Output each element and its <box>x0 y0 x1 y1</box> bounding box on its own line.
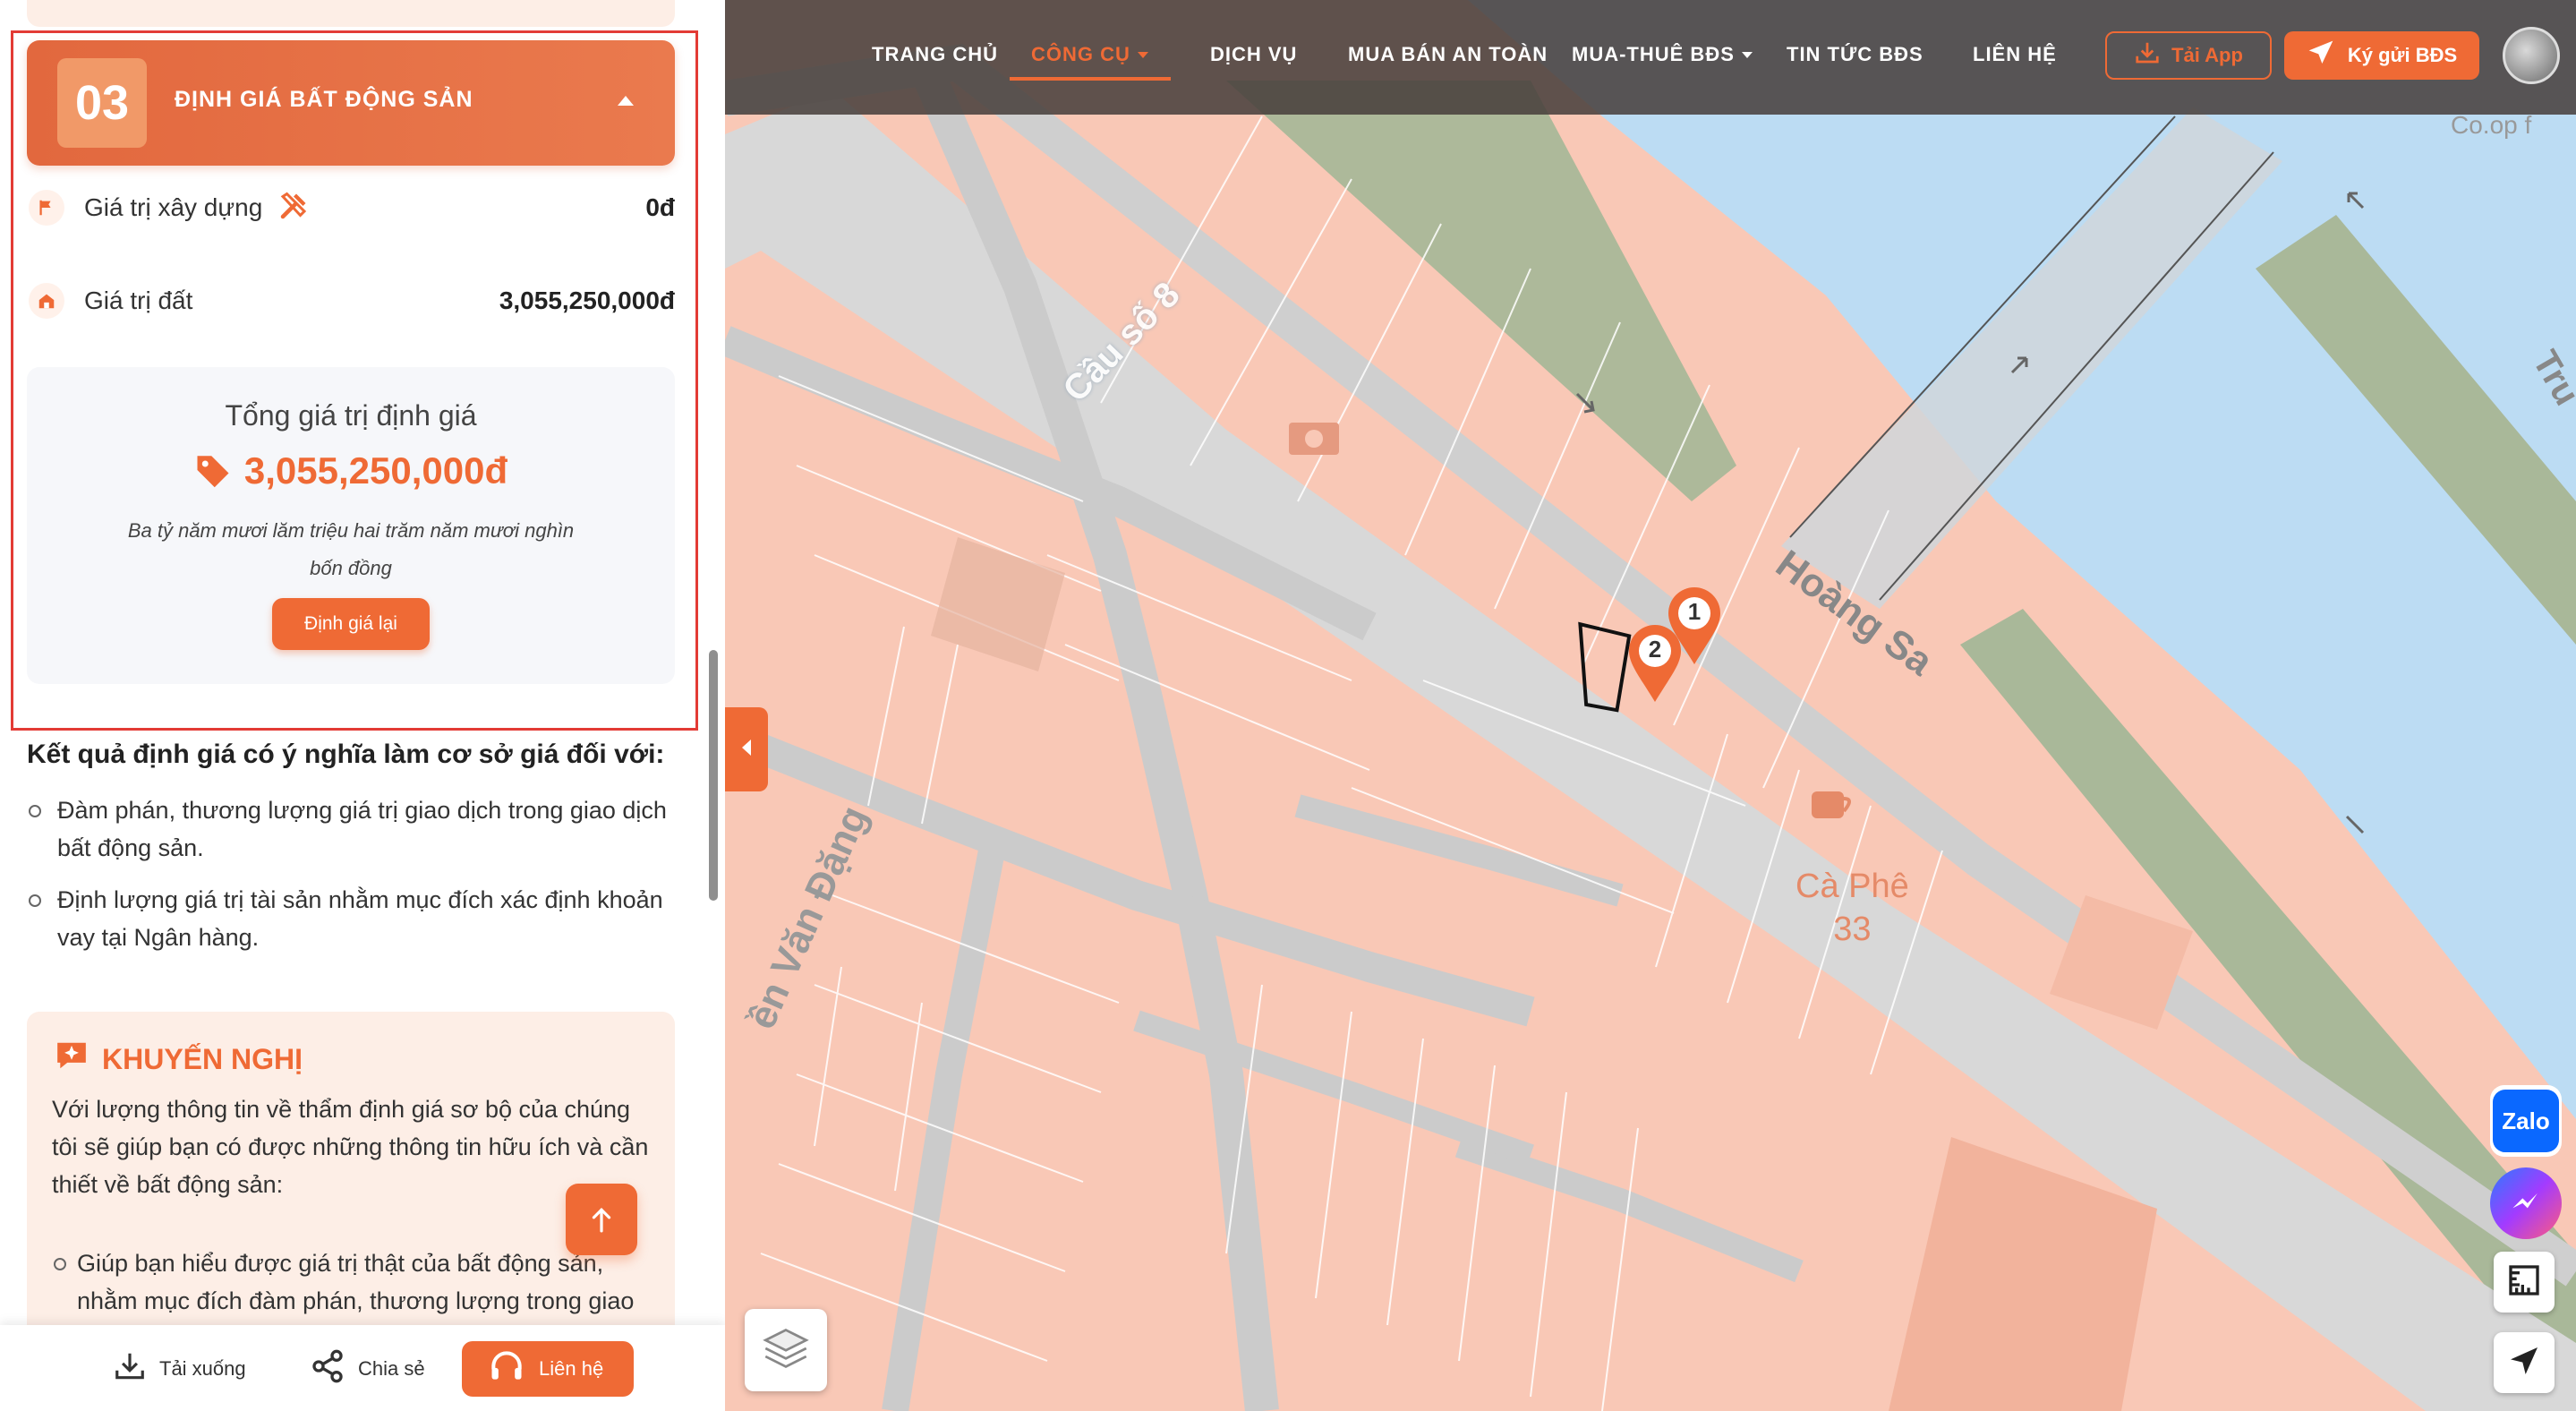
nav-contact[interactable]: LIÊN HỆ <box>1973 43 2057 66</box>
nav-home[interactable]: TRANG CHỦ <box>872 43 998 66</box>
share-label: Chia sẻ <box>358 1357 425 1380</box>
list-item: Giúp bạn hiểu được giá trị thật của bất … <box>52 1244 661 1320</box>
marker-label: 1 <box>1687 598 1702 625</box>
chevron-down-icon <box>1741 52 1753 58</box>
recommendation-list: Giúp bạn hiểu được giá trị thật của bất … <box>52 1244 661 1320</box>
download-app-button[interactable]: Tải App <box>2105 31 2272 80</box>
list-item: Đàm phán, thương lượng giá trị giao dịch… <box>27 791 689 867</box>
messenger-chat-button[interactable] <box>2490 1167 2562 1239</box>
recommendation-heading: KHUYẾN NGHỊ <box>54 1039 303 1080</box>
highlight-frame <box>11 30 698 731</box>
deposit-label: Ký gửi BĐS <box>2347 44 2458 66</box>
download-app-label: Tải App <box>2171 44 2243 66</box>
contact-button[interactable]: Liên hệ <box>462 1341 634 1397</box>
download-label: Tải xuống <box>159 1357 246 1380</box>
cafe-number: 33 <box>1833 911 1872 948</box>
send-icon <box>2307 38 2335 73</box>
nav-news[interactable]: TIN TỨC BĐS <box>1787 43 1923 66</box>
download-icon <box>113 1349 147 1389</box>
measure-button[interactable] <box>2494 1252 2555 1313</box>
map-label-coop: Co.op f <box>2451 111 2532 139</box>
nav-buy-rent-label: MUA-THUÊ BĐS <box>1572 43 1735 65</box>
zalo-chat-button[interactable]: Zalo <box>2490 1085 2562 1157</box>
download-button[interactable]: Tải xuống <box>113 1341 246 1397</box>
map-canvas[interactable]: Cầu số 8 Hoàng Sa ền Văn Đặng Cà Phê 33 … <box>725 0 2576 1411</box>
deposit-property-button[interactable]: Ký gửi BĐS <box>2284 31 2479 80</box>
sparkle-icon <box>54 1039 90 1080</box>
result-list: Đàm phán, thương lượng giá trị giao dịch… <box>27 791 689 971</box>
map-marker[interactable]: 2 <box>1627 623 1683 704</box>
map-layers-button[interactable] <box>745 1309 827 1391</box>
chevron-left-icon <box>739 738 754 762</box>
marker-label: 2 <box>1648 636 1662 663</box>
contact-label: Liên hệ <box>539 1357 604 1380</box>
locate-button[interactable] <box>2494 1332 2555 1393</box>
share-icon <box>310 1348 345 1390</box>
map-label-cafe: Cà Phê 33 <box>1796 865 1909 951</box>
cafe-name: Cà Phê <box>1796 868 1909 905</box>
download-icon <box>2134 39 2161 72</box>
avatar[interactable] <box>2503 27 2560 84</box>
messenger-icon <box>2506 1182 2546 1226</box>
nav-active-indicator <box>1010 77 1171 81</box>
list-item: Định lượng giá trị tài sản nhằm mục đích… <box>27 881 689 956</box>
headset-icon <box>487 1347 526 1391</box>
scroll-to-top-button[interactable] <box>566 1184 637 1255</box>
scrollbar-thumb[interactable] <box>709 650 718 901</box>
nav-tools-label: CÔNG CỤ <box>1031 43 1130 65</box>
result-heading: Kết quả định giá có ý nghĩa làm cơ sở gi… <box>27 740 665 769</box>
chevron-down-icon <box>1137 52 1148 58</box>
nav-safe-trade[interactable]: MUA BÁN AN TOÀN <box>1348 43 1548 66</box>
valuation-panel: 03 ĐỊNH GIÁ BẤT ĐỘNG SẢN Giá trị xây dựn… <box>0 0 725 1411</box>
nav-services[interactable]: DỊCH VỤ <box>1210 43 1297 66</box>
nav-tools[interactable]: CÔNG CỤ <box>1031 43 1148 66</box>
collapse-panel-button[interactable] <box>725 707 768 791</box>
locate-icon <box>2506 1343 2542 1383</box>
nav-buy-rent[interactable]: MUA-THUÊ BĐS <box>1572 43 1753 66</box>
previous-section-card <box>27 0 675 27</box>
recommendation-text: Với lượng thông tin về thẩm định giá sơ … <box>52 1096 649 1198</box>
ruler-icon <box>2506 1262 2542 1303</box>
bottom-action-bar: Tải xuống Chia sẻ Liên hệ <box>0 1325 725 1411</box>
recommendation-title: KHUYẾN NGHỊ <box>102 1042 303 1075</box>
share-button[interactable]: Chia sẻ <box>310 1341 425 1397</box>
zalo-label: Zalo <box>2493 1090 2559 1152</box>
layers-icon <box>761 1326 811 1375</box>
